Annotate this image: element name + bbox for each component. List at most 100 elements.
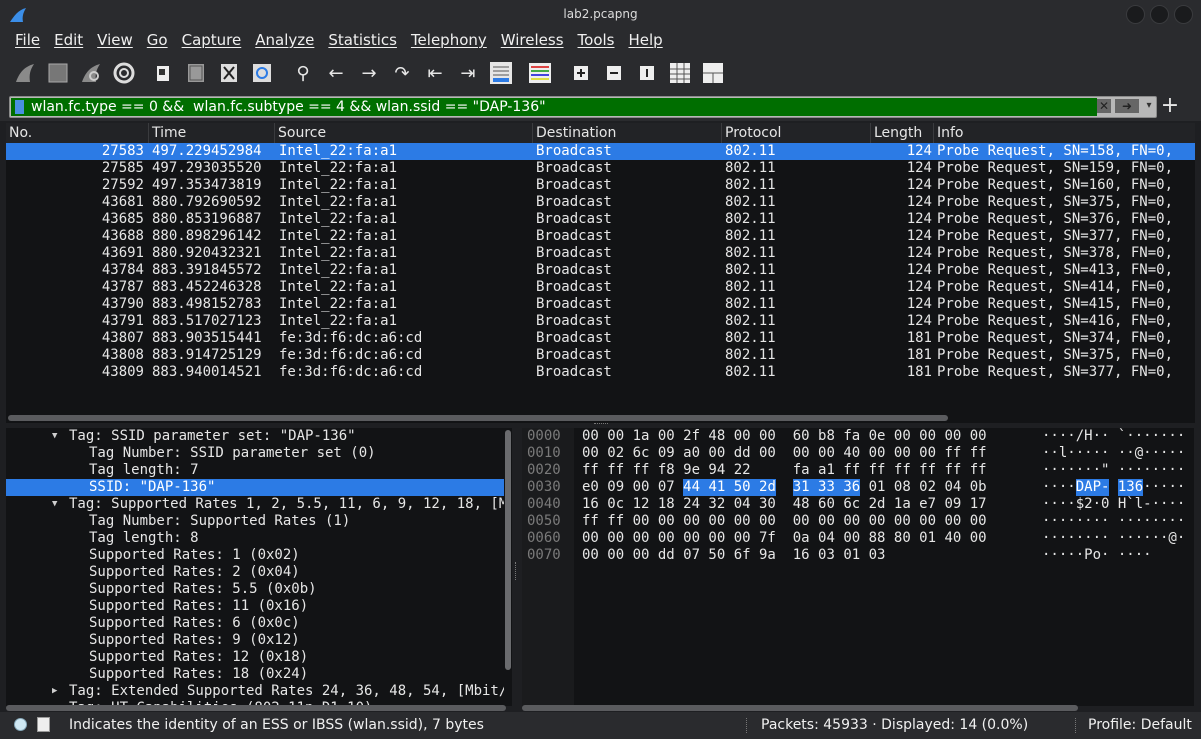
menu-go[interactable]: Go: [140, 29, 175, 53]
menu-wireless[interactable]: Wireless: [494, 29, 571, 53]
zoom-out-icon[interactable]: [600, 59, 628, 87]
tree-leaf[interactable]: Supported Rates: 2 (0x04): [6, 564, 504, 581]
go-to-packet-icon[interactable]: ↷: [388, 59, 416, 87]
expanded-arrow-icon[interactable]: ▼: [52, 496, 57, 513]
packet-row[interactable]: 43809 883.940014521 fe:3d:f6:dc:a6:cd Broad…: [6, 364, 1195, 381]
packet-row[interactable]: 43685 880.853196887 Intel_22:fa:a1 Broadcas…: [6, 211, 1195, 228]
column-no[interactable]: No.: [6, 123, 150, 143]
packet-row[interactable]: 43787 883.452246328 Intel_22:fa:a1 Broadcas…: [6, 279, 1195, 296]
packet-row[interactable]: 43790 883.498152783 Intel_22:fa:a1 Broadcas…: [6, 296, 1195, 313]
open-file-icon[interactable]: [149, 59, 177, 87]
go-back-icon[interactable]: ←: [322, 59, 350, 87]
menu-statistics[interactable]: Statistics: [321, 29, 404, 53]
hex-row[interactable]: 0020 ff ff ff f8 9e 94 22 fa a1 ff ff ff f…: [522, 462, 1194, 479]
tree-leaf[interactable]: Supported Rates: 1 (0x02): [6, 547, 504, 564]
packet-row[interactable]: 43784 883.391845572 Intel_22:fa:a1 Broadcas…: [6, 262, 1195, 279]
stop-capture-icon[interactable]: [44, 59, 72, 87]
close-file-icon[interactable]: [215, 59, 243, 87]
packet-row[interactable]: 43807 883.903515441 fe:3d:f6:dc:a6:cd Broad…: [6, 330, 1195, 347]
display-filter-field[interactable]: wlan.fc.type == 0 && wlan.fc.subtype == …: [9, 96, 1157, 118]
status-divider[interactable]: [1075, 718, 1076, 733]
capture-comment-icon[interactable]: [37, 717, 50, 732]
zoom-in-icon[interactable]: [567, 59, 595, 87]
close-button[interactable]: [1174, 5, 1193, 24]
hex-row[interactable]: 0050 ff ff 00 00 00 00 00 00 00 00 00 00 0…: [522, 513, 1194, 530]
tree-leaf[interactable]: Supported Rates: 18 (0x24): [6, 666, 504, 683]
start-capture-icon[interactable]: [11, 59, 39, 87]
details-vscrollbar[interactable]: [505, 430, 511, 670]
tree-leaf[interactable]: Supported Rates: 6 (0x0c): [6, 615, 504, 632]
hex-row[interactable]: 0040 16 0c 12 18 24 32 04 30 48 60 6c 2d 1…: [522, 496, 1194, 513]
restart-capture-icon[interactable]: [77, 59, 105, 87]
add-filter-button-icon[interactable]: +: [1160, 94, 1180, 118]
tree-node[interactable]: ▼ Tag: SSID parameter set: "DAP-136": [6, 428, 504, 445]
column-info[interactable]: Info: [933, 123, 1195, 143]
menu-file[interactable]: File: [8, 29, 47, 53]
packet-row[interactable]: 43681 880.792690592 Intel_22:fa:a1 Broadcas…: [6, 194, 1195, 211]
tree-node[interactable]: ▶ Tag: Extended Supported Rates 24, 36, 4…: [6, 683, 504, 700]
profile-text[interactable]: Profile: Default: [1088, 712, 1192, 739]
menu-analyze[interactable]: Analyze: [248, 29, 321, 53]
tree-leaf[interactable]: SSID: "DAP-136": [6, 479, 504, 496]
hex-row[interactable]: 0010 00 02 6c 09 a0 00 dd 00 00 00 40 00 0…: [522, 445, 1194, 462]
collapsed-arrow-icon[interactable]: ▶: [52, 683, 57, 700]
expanded-arrow-icon[interactable]: ▼: [52, 428, 57, 445]
menu-tools[interactable]: Tools: [571, 29, 622, 53]
packet-list-hscroll-thumb[interactable]: [8, 415, 948, 421]
packet-list-hscrollbar[interactable]: [6, 413, 1195, 423]
clear-filter-icon[interactable]: ✕: [1097, 99, 1111, 113]
tree-leaf[interactable]: Supported Rates: 5.5 (0x0b): [6, 581, 504, 598]
tree-leaf[interactable]: Tag Number: Supported Rates (1): [6, 513, 504, 530]
autoscroll-icon[interactable]: [487, 59, 515, 87]
first-packet-icon[interactable]: ⇤: [421, 59, 449, 87]
pane-splitter-horizontal[interactable]: [594, 423, 608, 427]
minimize-button[interactable]: [1126, 5, 1145, 24]
apply-filter-icon[interactable]: ➜: [1115, 99, 1139, 113]
packet-bytes-pane[interactable]: 0000 00 00 1a 00 2f 48 00 00 60 b8 fa 0e 0…: [522, 428, 1194, 706]
resize-columns-icon[interactable]: [666, 59, 694, 87]
column-source[interactable]: Source: [274, 123, 532, 143]
packet-row[interactable]: 43688 880.898296142 Intel_22:fa:a1 Broadcas…: [6, 228, 1195, 245]
menu-capture[interactable]: Capture: [175, 29, 249, 53]
hex-row[interactable]: 0060 00 00 00 00 00 00 00 7f 0a 04 00 88 8…: [522, 530, 1194, 547]
packet-details-pane[interactable]: ▼ Tag: SSID parameter set: "DAP-136" Tag N…: [6, 428, 512, 706]
layout-icon[interactable]: [699, 59, 727, 87]
packet-row[interactable]: 43808 883.914725129 fe:3d:f6:dc:a6:cd Broad…: [6, 347, 1195, 364]
normal-size-icon[interactable]: [633, 59, 661, 87]
menu-telephony[interactable]: Telephony: [404, 29, 494, 53]
packet-row[interactable]: 27583 497.229452984 Intel_22:fa:a1 Broadcas…: [6, 143, 1195, 160]
tree-leaf[interactable]: Supported Rates: 11 (0x16): [6, 598, 504, 615]
save-file-icon[interactable]: [182, 59, 210, 87]
packet-list[interactable]: 27583 497.229452984 Intel_22:fa:a1 Broadcas…: [6, 143, 1195, 413]
status-divider[interactable]: [746, 718, 747, 733]
column-protocol[interactable]: Protocol: [721, 123, 870, 143]
packet-row[interactable]: 27585 497.293035520 Intel_22:fa:a1 Broadcas…: [6, 160, 1195, 177]
menu-edit[interactable]: Edit: [47, 29, 90, 53]
bytes-hscrollbar[interactable]: [522, 705, 1078, 711]
tree-leaf[interactable]: Tag length: 8: [6, 530, 504, 547]
tree-leaf[interactable]: Supported Rates: 9 (0x12): [6, 632, 504, 649]
menu-view[interactable]: View: [90, 29, 140, 53]
column-destination[interactable]: Destination: [532, 123, 721, 143]
packet-row[interactable]: 27592 497.353473819 Intel_22:fa:a1 Broadcas…: [6, 177, 1195, 194]
menu-help[interactable]: Help: [621, 29, 669, 53]
tree-leaf[interactable]: Tag length: 7: [6, 462, 504, 479]
hex-row[interactable]: 0030 e0 09 00 07 44 41 50 2d 31 33 36 01 08 …: [522, 479, 1194, 496]
packet-row[interactable]: 43791 883.517027123 Intel_22:fa:a1 Broadcas…: [6, 313, 1195, 330]
column-length[interactable]: Length: [870, 123, 933, 143]
tree-node[interactable]: ▼ Tag: Supported Rates 1, 2, 5.5, 11, 6, …: [6, 496, 504, 513]
hex-row[interactable]: 0000 00 00 1a 00 2f 48 00 00 60 b8 fa 0e 0…: [522, 428, 1194, 445]
go-forward-icon[interactable]: →: [355, 59, 383, 87]
filter-dropdown-icon[interactable]: ▾: [1143, 98, 1155, 114]
find-packet-icon[interactable]: ⚲: [289, 59, 317, 87]
expert-info-icon[interactable]: [14, 718, 27, 731]
capture-options-icon[interactable]: [110, 59, 138, 87]
packet-row[interactable]: 43691 880.920432321 Intel_22:fa:a1 Broadcas…: [6, 245, 1195, 262]
colorize-icon[interactable]: [526, 59, 554, 87]
reload-file-icon[interactable]: [248, 59, 276, 87]
pane-splitter-vertical[interactable]: [515, 562, 519, 580]
column-time[interactable]: Time: [148, 123, 275, 143]
tree-leaf[interactable]: Supported Rates: 12 (0x18): [6, 649, 504, 666]
last-packet-icon[interactable]: ⇥: [454, 59, 482, 87]
details-hscrollbar[interactable]: [6, 705, 506, 711]
